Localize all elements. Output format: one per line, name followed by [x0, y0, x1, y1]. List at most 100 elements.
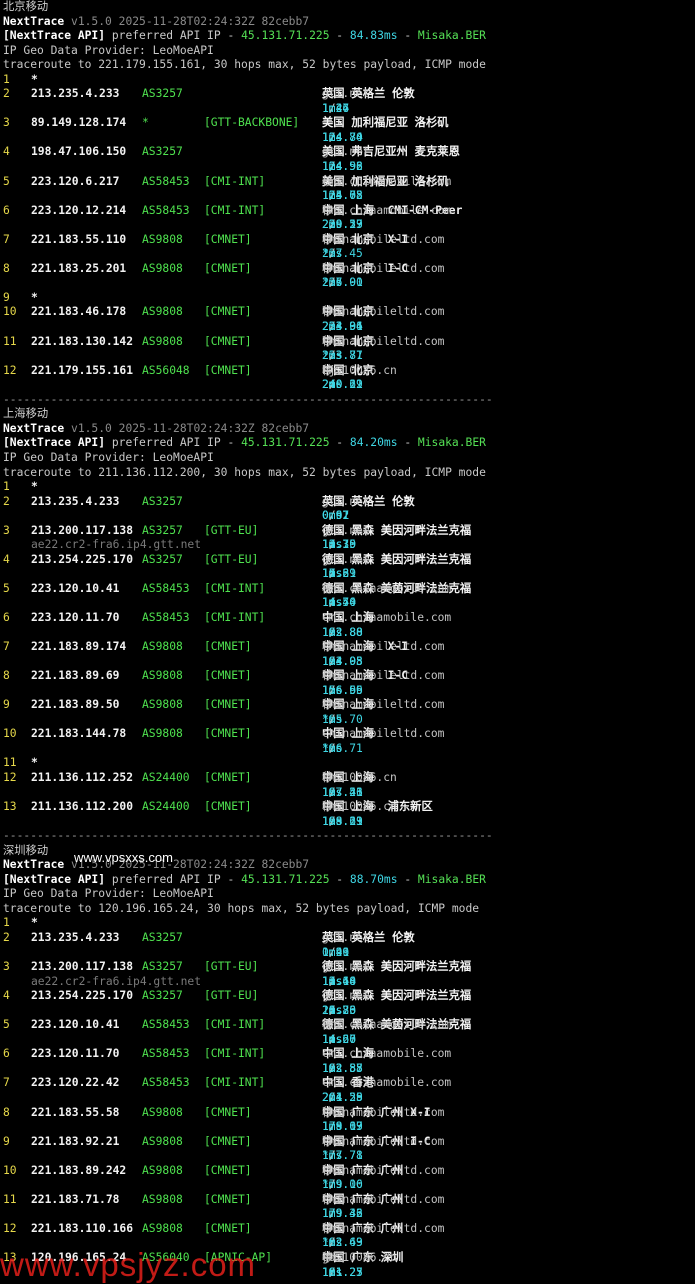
hop-asn: AS9808 [142, 1221, 183, 1235]
hop-asn: AS3257 [142, 523, 183, 537]
hop-rtt-row: 23.80 ms / 26.73 ms / 14.26 ms [322, 1003, 357, 1017]
api-label: [NextTrace API] [3, 29, 106, 43]
hop-number: 8 [3, 669, 10, 683]
hop-row: 12 221.183.110.166 AS9808 [CMNET] 中国 广东 广州 c… [0, 1222, 695, 1237]
terminal-output: 北京移动 NextTrace v1.5.0 2025-11-28T02:24:32… [0, 0, 695, 1280]
hop-tag: [GTT-EU] [204, 960, 259, 974]
hop-tag: [CMI-INT] [204, 1076, 266, 1090]
hop-ip: 221.179.155.161 [31, 363, 134, 377]
version-line: NextTrace v1.5.0 2025-11-28T02:24:32Z 82… [0, 422, 695, 437]
hop-rtt-row: 179.06 ms / 179.10 ms / * ms [322, 1178, 363, 1192]
hop-number: 5 [3, 581, 10, 595]
hop-tag: [CMI-INT] [204, 581, 266, 595]
hop-rtt-row: 192.85 ms / 192.88 ms / 192.57 ms [322, 1061, 363, 1075]
hop-row: 12 211.136.112.252 AS24400 [CMNET] 中国 上海 sh.… [0, 771, 695, 786]
hop-row: 10 221.183.89.242 AS9808 [CMNET] 中国 广东 广州 ch… [0, 1164, 695, 1179]
hop-ip: 221.183.144.78 [31, 727, 127, 741]
hop-rtt-row: 233.36 ms / 234.01 ms / 233.94 ms [322, 320, 363, 334]
hop-tag: [CMNET] [204, 1221, 252, 1235]
api-text: preferred API IP - [111, 872, 242, 886]
hop-isp: 移动 [322, 698, 345, 712]
hop-isp: 移动 [322, 1163, 345, 1177]
hop-asn: AS58453 [142, 581, 190, 595]
hop-ip: 213.235.4.233 [31, 494, 120, 508]
hop-row: 2 213.235.4.233 AS3257 英国 英格兰 伦敦 gtt.net [0, 87, 695, 102]
hop-tag: [CMNET] [204, 1192, 252, 1206]
hop-tag: [CMNET] [204, 334, 252, 348]
hop-ip: * [31, 916, 38, 930]
hop-ip: * [31, 290, 38, 304]
section-title: 深圳移动 [3, 843, 49, 857]
hop-asn: * [142, 116, 149, 130]
hop-isp: 移动 [322, 1105, 345, 1119]
hop-row: 7 221.183.55.110 AS9808 [CMNET] 中国 北京 X-I ch… [0, 233, 695, 248]
hop-ip: 221.183.25.201 [31, 261, 127, 275]
hop-number: 10 [3, 727, 17, 741]
api-node: Misaka.BER [417, 436, 486, 450]
hop-number: 6 [3, 610, 10, 624]
hop-number: 9 [3, 290, 10, 304]
hop-asn: AS9808 [142, 334, 183, 348]
hop-ip: 221.183.46.178 [31, 305, 127, 319]
app-name: NextTrace [3, 421, 65, 435]
hop-row: 4 198.47.106.150 AS3257 美国 弗吉尼亚州 麦克莱恩 gtt.n… [0, 145, 695, 160]
api-label: [NextTrace API] [3, 872, 106, 886]
hop-asn: AS9808 [142, 232, 183, 246]
hop-tag: [CMNET] [204, 261, 252, 275]
hop-row: 6 223.120.12.214 AS58453 [CMI-INT] 中国 上海 CMI… [0, 204, 695, 219]
hop-rtt-row: 195.70 ms / * ms / * ms [322, 712, 363, 726]
hop-rtt-row: 124.78 ms / 125.05 ms / 124.62 ms [322, 189, 363, 203]
hop-isp: 移动 [322, 174, 345, 188]
hop-row: 8 221.183.89.69 AS9808 [CMNET] 中国 上海 I-C chi… [0, 669, 695, 684]
hop-row: 11 * [0, 756, 695, 771]
hop-ip: 89.149.128.174 [31, 116, 127, 130]
hop-row: 5 223.120.10.41 AS58453 [CMI-INT] 德国 黑森 美茵河畔… [0, 1018, 695, 1033]
hop-number: 4 [3, 145, 10, 159]
hop-number: 5 [3, 174, 10, 188]
hop-rtt-row: ae22.cr2-fra6.ip4.gtt.net 13.48 ms / 13.6… [31, 974, 357, 988]
hop-ip: 221.183.71.78 [31, 1192, 120, 1206]
hop-isp: 移动 [322, 669, 345, 683]
hop-tag: [CMNET] [204, 305, 252, 319]
hop-tag: [CMNET] [204, 698, 252, 712]
hop-row: 7 223.120.22.42 AS58453 [CMI-INT] 中国 香港 cmi.… [0, 1076, 695, 1091]
hop-row: 8 221.183.55.58 AS9808 [CMNET] 中国 广东 广州 X-I … [0, 1106, 695, 1121]
hop-tag: [CMNET] [204, 669, 252, 683]
hop-number: 9 [3, 1134, 10, 1148]
hop-isp: 移动 [322, 1134, 345, 1148]
hop-row: 13 211.136.112.200 AS24400 [CMNET] 中国 上海 浦东新… [0, 800, 695, 815]
hop-isp: 移动 [322, 1192, 345, 1206]
hop-ip: 223.120.12.214 [31, 203, 127, 217]
geo-provider-line: IP Geo Data Provider: LeoMoeAPI [0, 887, 695, 902]
hop-number: 2 [3, 931, 10, 944]
api-latency: 84.20ms [349, 436, 398, 450]
section-title: 北京移动 [3, 0, 49, 13]
hop-rtt-row: 193.95 ms / 194.08 ms / 194.03 ms [322, 654, 363, 668]
hop-ip: 213.254.225.170 [31, 552, 134, 566]
hop-rtt-row: 178.67 ms / 179.03 ms / 179.19 ms [322, 1120, 363, 1134]
divider: ----------------------------------------… [0, 829, 695, 844]
hop-number: 11 [3, 334, 17, 348]
hop-row: 7 221.183.89.174 AS9808 [CMNET] 中国 上海 X-I ch… [0, 640, 695, 655]
api-text: preferred API IP - [111, 29, 242, 43]
hop-row: 8 221.183.25.201 AS9808 [CMNET] 中国 北京 I-C ch… [0, 262, 695, 277]
hop-number: 7 [3, 232, 10, 246]
hop-ip: 221.183.110.166 [31, 1221, 134, 1235]
hop-number: 9 [3, 698, 10, 712]
hop-isp: 移动 [322, 305, 345, 319]
hop-ip: 221.183.89.174 [31, 640, 127, 654]
hop-ip: 221.183.130.142 [31, 334, 134, 348]
api-latency: 84.83ms [349, 29, 398, 43]
hop-number: 8 [3, 1105, 10, 1119]
hop-rtt-row: 1.21 ms / 0.96 ms / 1.49 ms [322, 945, 350, 959]
hop-tag: [GTT-BACKBONE] [204, 116, 300, 130]
hop-asn: AS3257 [142, 87, 183, 101]
hop-row: 9 * [0, 291, 695, 306]
hop-number: 3 [3, 960, 10, 974]
hop-number: 1 [3, 72, 10, 86]
hop-rtt-row: 177.78 ms / 177.71 ms / * ms [322, 1149, 363, 1163]
hop-ip: 213.235.4.233 [31, 87, 120, 101]
hop-rtt-row: 14.40 ms / 14.74 ms / 14.50 ms [322, 596, 357, 610]
app-name: NextTrace [3, 14, 65, 28]
hop-number: 2 [3, 494, 10, 508]
